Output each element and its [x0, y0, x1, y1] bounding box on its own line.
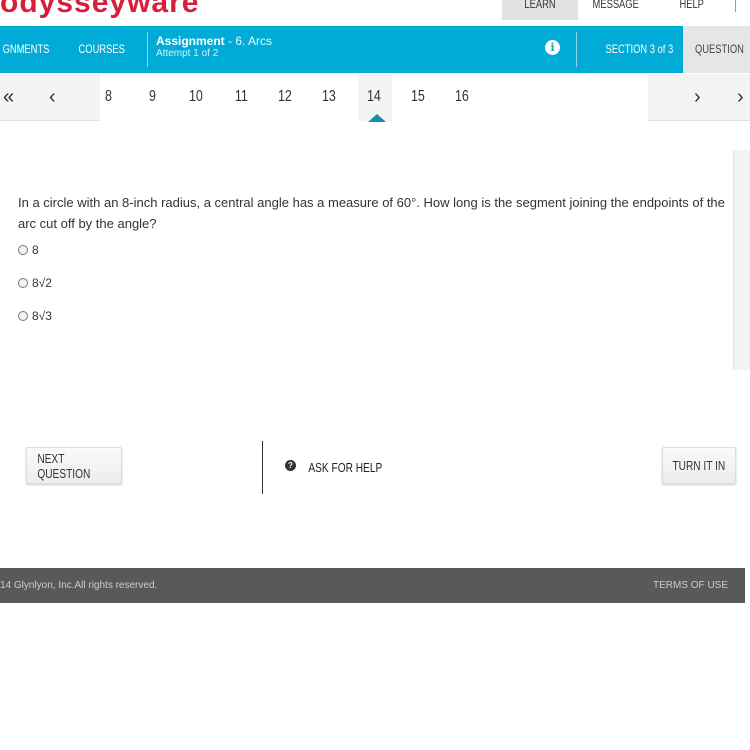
radio-button[interactable]: [18, 245, 28, 255]
page-14[interactable]: 14: [359, 88, 389, 106]
page-8[interactable]: 8: [93, 88, 123, 106]
option-label: 8√2: [32, 276, 52, 290]
scrollbar[interactable]: [733, 150, 750, 370]
tab-label: LEARN: [524, 0, 556, 11]
attempt-label: Attempt 1 of 2: [156, 48, 219, 59]
page-12[interactable]: 12: [270, 88, 300, 106]
assignments-link[interactable]: GNMENTS: [0, 42, 56, 56]
copyright: 14 Glynlyon, Inc.All rights reserved.: [0, 580, 158, 591]
help-icon[interactable]: ?: [285, 460, 296, 471]
divider: [262, 441, 263, 494]
logo: odysseyware: [0, 0, 200, 19]
radio-button[interactable]: [18, 311, 28, 321]
footer: 14 Glynlyon, Inc.All rights reserved. TE…: [0, 568, 745, 603]
question-text: In a circle with an 8-inch radius, a cen…: [18, 195, 725, 231]
turn-it-in-button[interactable]: TURN IT IN: [662, 447, 736, 484]
option-2[interactable]: 8√2: [18, 276, 52, 290]
assignment-title: Assignment - 6. Arcs: [156, 34, 273, 48]
page-13[interactable]: 13: [314, 88, 344, 106]
assignment-header: GNMENTS COURSES Assignment - 6. Arcs Att…: [0, 26, 750, 73]
current-indicator: [368, 114, 386, 122]
ask-for-help-link[interactable]: ASK FOR HELP: [298, 460, 393, 475]
option-3[interactable]: 8√3: [18, 309, 52, 323]
question-tab[interactable]: QUESTION: [683, 26, 750, 73]
info-icon[interactable]: i: [545, 40, 560, 55]
last-page-icon[interactable]: ›: [737, 86, 744, 109]
divider: [735, 0, 736, 12]
divider: [147, 32, 148, 67]
tab-label: MESSAGE: [592, 0, 640, 11]
first-page-icon[interactable]: «: [3, 86, 14, 109]
tab-help[interactable]: HELP: [654, 0, 730, 20]
option-1[interactable]: 8: [18, 243, 39, 257]
option-label: 8: [32, 243, 39, 257]
tab-label: HELP: [679, 0, 705, 11]
prev-page-icon[interactable]: ‹: [49, 86, 56, 109]
option-label: 8√3: [32, 309, 52, 323]
section-label: SECTION 3 of 3: [605, 42, 674, 56]
page-16[interactable]: 16: [447, 88, 477, 106]
divider: [576, 32, 577, 67]
page-9[interactable]: 9: [137, 88, 167, 106]
tab-message[interactable]: MESSAGE: [578, 0, 654, 20]
radio-button[interactable]: [18, 278, 28, 288]
question-pager: « ‹ 8 9 10 11 12 13 14 15 16 › ›: [0, 74, 750, 122]
page-10[interactable]: 10: [181, 88, 211, 106]
courses-link[interactable]: COURSES: [72, 42, 131, 56]
next-page-icon[interactable]: ›: [694, 86, 701, 109]
tab-learn[interactable]: LEARN: [502, 0, 578, 20]
page-11[interactable]: 11: [226, 88, 256, 106]
page-15[interactable]: 15: [403, 88, 433, 106]
next-question-button[interactable]: NEXT QUESTION: [26, 447, 122, 484]
terms-link[interactable]: TERMS OF USE: [653, 580, 728, 591]
